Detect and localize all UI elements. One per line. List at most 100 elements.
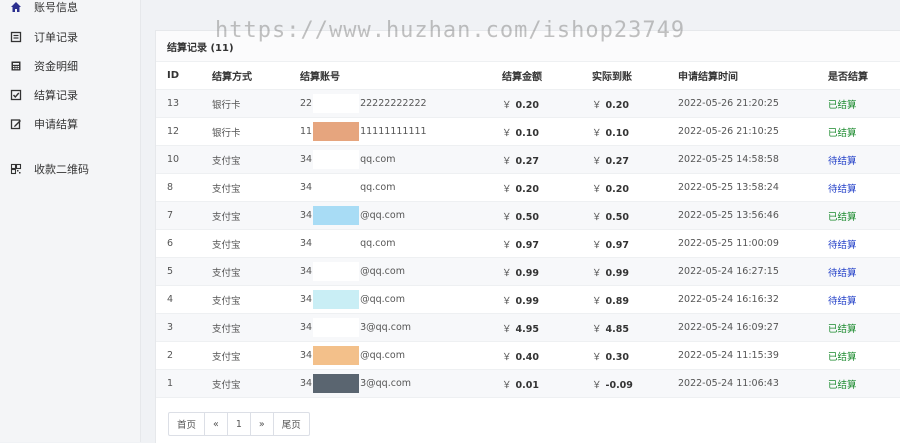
account-prefix: 34 xyxy=(300,350,313,361)
cell-account: 34 3@qq.com xyxy=(300,313,502,342)
currency-symbol: ￥ xyxy=(502,267,512,279)
pagination: 首页 « 1 » 尾页 xyxy=(168,412,310,436)
redaction-mask xyxy=(313,318,360,337)
currency-symbol: ￥ xyxy=(592,267,602,279)
received-value: 0.10 xyxy=(605,127,629,139)
cell-account: 34 qq.com xyxy=(300,145,502,174)
list-icon xyxy=(10,31,22,43)
col-header-amount: 结算金额 xyxy=(502,62,592,90)
currency-symbol: ￥ xyxy=(502,155,512,167)
table-row: 1 支付宝 34 3@qq.com ￥ 0.01 ￥ -0.09 2022-05-24 11:0… xyxy=(156,369,900,398)
card-title: 结算记录 (11) xyxy=(156,31,900,62)
account-suffix: @qq.com xyxy=(360,266,405,277)
cell-time: 2022-05-26 21:20:25 xyxy=(678,89,828,118)
account-prefix: 34 xyxy=(300,210,313,221)
account-prefix: 34 xyxy=(300,238,313,249)
redaction-mask xyxy=(313,206,360,225)
pager-next-button[interactable]: » xyxy=(251,413,274,435)
table-row: 5 支付宝 34 @qq.com ￥ 0.99 ￥ 0.99 2022-05-24 16:27:… xyxy=(156,257,900,286)
cell-received: ￥ 0.20 xyxy=(592,89,678,118)
table-row: 6 支付宝 34 qq.com ￥ 0.97 ￥ 0.97 2022-05-25 11:00:0… xyxy=(156,229,900,258)
pager-prev-button[interactable]: « xyxy=(205,413,228,435)
cell-method: 支付宝 xyxy=(212,201,300,230)
sidebar-item-label: 收款二维码 xyxy=(34,162,89,176)
table-row: 2 支付宝 34 @qq.com ￥ 0.40 ￥ 0.30 2022-05-24 11:15:… xyxy=(156,341,900,370)
pager-page-1-button[interactable]: 1 xyxy=(228,413,251,435)
amount-value: 0.20 xyxy=(515,99,539,111)
account-prefix: 34 xyxy=(300,182,313,193)
sidebar-item-settlement-records[interactable]: 结算记录 xyxy=(0,80,140,109)
edit-icon xyxy=(10,118,22,130)
table-row: 8 支付宝 34 qq.com ￥ 0.20 ￥ 0.20 2022-05-25 13:58:2… xyxy=(156,173,900,202)
cell-account: 34 @qq.com xyxy=(300,285,502,314)
account-suffix: qq.com xyxy=(360,154,396,165)
cell-id: 4 xyxy=(156,285,212,314)
cell-id: 12 xyxy=(156,117,212,146)
status-badge: 待结算 xyxy=(828,285,900,314)
account-suffix: qq.com xyxy=(360,182,396,193)
status-badge: 已结算 xyxy=(828,201,900,230)
cell-id: 1 xyxy=(156,369,212,398)
redaction-mask xyxy=(313,178,360,197)
cell-received: ￥ 0.27 xyxy=(592,145,678,174)
table-row: 13 银行卡 22 22222222222 ￥ 0.20 ￥ 0.20 2022-05-26 2… xyxy=(156,89,900,118)
amount-value: 0.40 xyxy=(515,351,539,363)
table-header-row: ID 结算方式 结算账号 结算金额 实际到账 申请结算时间 是否结算 xyxy=(156,62,900,90)
account-suffix: @qq.com xyxy=(360,294,405,305)
cell-time: 2022-05-24 11:06:43 xyxy=(678,369,828,398)
cell-received: ￥ 4.85 xyxy=(592,313,678,342)
home-icon xyxy=(10,1,22,13)
redaction-mask xyxy=(313,374,360,393)
account-suffix: @qq.com xyxy=(360,210,405,221)
amount-value: 0.10 xyxy=(515,127,539,139)
cell-method: 银行卡 xyxy=(212,89,300,118)
cell-amount: ￥ 0.20 xyxy=(502,173,592,202)
sidebar-item-orders[interactable]: 订单记录 xyxy=(0,22,140,51)
account-prefix: 34 xyxy=(300,266,313,277)
cell-account: 34 qq.com xyxy=(300,229,502,258)
account-prefix: 34 xyxy=(300,154,313,165)
status-badge: 待结算 xyxy=(828,173,900,202)
received-value: 0.20 xyxy=(605,99,629,111)
cell-time: 2022-05-25 13:58:24 xyxy=(678,173,828,202)
currency-symbol: ￥ xyxy=(502,239,512,251)
sidebar-item-account-info[interactable]: 账号信息 xyxy=(0,0,140,18)
cell-amount: ￥ 0.99 xyxy=(502,285,592,314)
redaction-mask xyxy=(313,122,360,141)
col-header-account: 结算账号 xyxy=(300,62,502,90)
col-header-received: 实际到账 xyxy=(592,62,678,90)
cell-method: 支付宝 xyxy=(212,173,300,202)
cell-account: 22 22222222222 xyxy=(300,89,502,118)
col-header-method: 结算方式 xyxy=(212,62,300,90)
redaction-mask xyxy=(313,262,360,281)
currency-symbol: ￥ xyxy=(592,183,602,195)
cell-amount: ￥ 0.40 xyxy=(502,341,592,370)
sidebar-item-apply-settlement[interactable]: 申请结算 xyxy=(0,109,140,138)
received-value: 0.27 xyxy=(605,155,629,167)
calculator-icon xyxy=(10,60,22,72)
currency-symbol: ￥ xyxy=(502,183,512,195)
redaction-mask xyxy=(313,234,360,253)
status-badge: 已结算 xyxy=(828,117,900,146)
cell-account: 34 @qq.com xyxy=(300,341,502,370)
account-prefix: 22 xyxy=(300,98,313,109)
cell-amount: ￥ 0.10 xyxy=(502,117,592,146)
cell-method: 支付宝 xyxy=(212,145,300,174)
currency-symbol: ￥ xyxy=(592,211,602,223)
account-suffix: 11111111111 xyxy=(360,126,427,137)
cell-account: 11 11111111111 xyxy=(300,117,502,146)
status-badge: 已结算 xyxy=(828,369,900,398)
sidebar-item-qrcode[interactable]: 收款二维码 xyxy=(0,154,140,183)
cell-received: ￥ 0.99 xyxy=(592,257,678,286)
amount-value: 4.95 xyxy=(515,323,539,335)
sidebar-item-funds[interactable]: 资金明细 xyxy=(0,51,140,80)
qrcode-icon xyxy=(10,163,22,175)
table-row: 10 支付宝 34 qq.com ￥ 0.27 ￥ 0.27 2022-05-25 14:58:… xyxy=(156,145,900,174)
amount-value: 0.97 xyxy=(515,239,539,251)
pager-first-button[interactable]: 首页 xyxy=(169,413,206,435)
cell-received: ￥ 0.50 xyxy=(592,201,678,230)
currency-symbol: ￥ xyxy=(592,127,602,139)
pager-last-button[interactable]: 尾页 xyxy=(274,413,309,435)
cell-time: 2022-05-26 21:10:25 xyxy=(678,117,828,146)
sidebar-item-label: 订单记录 xyxy=(34,30,78,44)
